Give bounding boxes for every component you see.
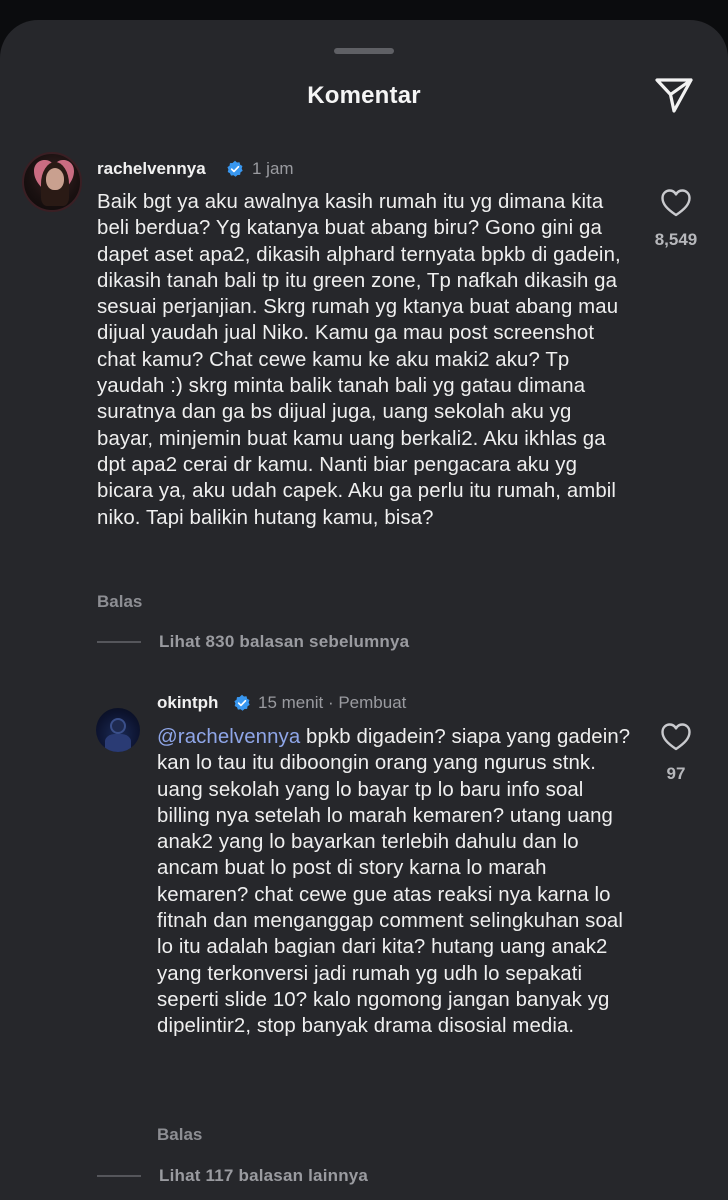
heart-icon[interactable] — [660, 722, 692, 752]
reply-body: bpkb digadein? siapa yang gadein? kan lo… — [157, 726, 631, 1038]
verified-badge-icon — [234, 694, 250, 711]
reply-username[interactable]: okintph — [157, 693, 218, 713]
comment-username[interactable]: rachelvennya — [97, 159, 206, 179]
like-group: 97 — [641, 722, 711, 784]
avatar-portrait-face — [46, 168, 64, 190]
view-more-replies[interactable]: Lihat 117 balasan lainnya — [159, 1166, 368, 1186]
reply-text: @rachelvennya bpkb digadein? siapa yang … — [157, 724, 631, 1040]
meta-separator: · — [327, 693, 334, 712]
verified-badge-icon — [227, 160, 243, 177]
avatar-okintph[interactable] — [96, 708, 140, 752]
sheet-grabber[interactable] — [334, 48, 394, 54]
comments-sheet: Komentar rachelvennya 1 jam Baik bgt ya … — [0, 20, 728, 1200]
reply-button[interactable]: Balas — [97, 592, 142, 612]
sheet-title: Komentar — [307, 82, 421, 109]
heart-icon[interactable] — [660, 188, 692, 218]
view-previous-replies[interactable]: Lihat 830 balasan sebelumnya — [159, 632, 409, 652]
comment-timestamp: 1 jam — [252, 159, 294, 178]
avatar-portrait-head — [110, 718, 126, 734]
thread-divider — [97, 1175, 141, 1177]
mention-link[interactable]: @rachelvennya — [157, 726, 300, 748]
reply-button[interactable]: Balas — [157, 1125, 202, 1145]
thread-divider — [97, 641, 141, 643]
like-count: 8,549 — [654, 230, 698, 249]
creator-tag: Pembuat — [338, 693, 407, 712]
reply-timestamp: 15 menit — [258, 693, 324, 712]
avatar-portrait-body — [105, 734, 131, 752]
avatar-rachelvennya[interactable] — [22, 152, 82, 212]
like-count: 97 — [666, 764, 686, 783]
like-group: 8,549 — [641, 188, 711, 250]
reply-meta: 15 menit · Pembuat — [258, 693, 406, 713]
comment-text: Baik bgt ya aku awalnya kasih rumah itu … — [97, 191, 621, 529]
send-icon[interactable] — [652, 72, 696, 116]
